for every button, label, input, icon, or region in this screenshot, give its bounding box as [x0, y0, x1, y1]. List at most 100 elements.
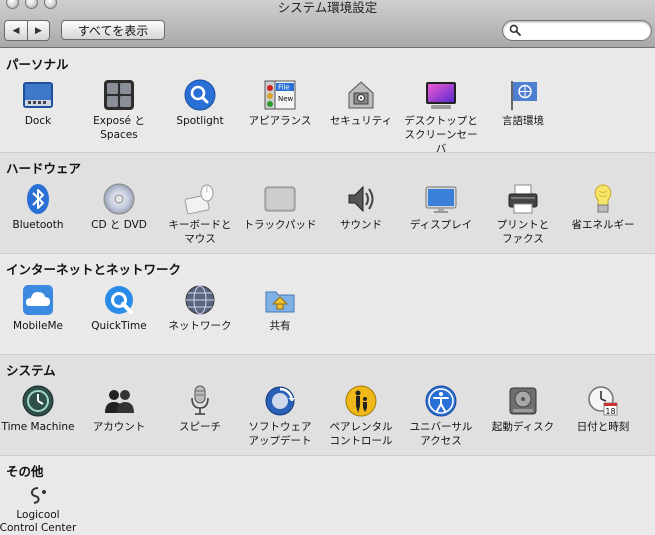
energy-saver-icon — [586, 182, 620, 216]
pane-label: 起動ディスク — [491, 421, 555, 433]
pane-label: CD と DVD — [91, 219, 147, 231]
security-icon — [344, 78, 378, 112]
print-fax-icon — [506, 182, 540, 216]
pane-software-update[interactable]: ソフトウェア アップデート — [239, 384, 321, 448]
pane-network[interactable]: ネットワーク — [159, 283, 241, 333]
universal-access-icon — [424, 384, 458, 418]
pane-keyboard-mouse[interactable]: キーボードと マウス — [159, 182, 241, 246]
pane-label: ネットワーク — [168, 320, 232, 332]
pane-accounts[interactable]: アカウント — [78, 384, 160, 434]
startup-disk-icon — [506, 384, 540, 418]
logicool-control-center-icon — [21, 485, 55, 507]
accounts-icon — [102, 384, 136, 418]
expose-spaces-icon — [102, 78, 136, 112]
pane-label: ユニバーサル アクセス — [409, 421, 473, 447]
pane-label: アピアランス — [248, 115, 312, 127]
appearance-icon: File New — [263, 78, 297, 112]
section-title: その他 — [6, 464, 44, 479]
appearance-file-text: File — [278, 84, 290, 92]
pane-label: トラックパッド — [243, 219, 317, 231]
search-input[interactable] — [525, 23, 645, 38]
section-hardware: ハードウェア Bluetooth CD と DVD キーボードと マウス トラッ… — [0, 153, 655, 254]
pane-label: ディスプレイ — [409, 219, 473, 231]
pane-bluetooth[interactable]: Bluetooth — [0, 182, 79, 232]
search-field[interactable] — [502, 20, 652, 41]
date-time-icon: 18 — [586, 384, 620, 418]
pane-expose-spaces[interactable]: Exposé と Spaces — [78, 78, 160, 142]
sharing-icon — [263, 283, 297, 317]
section-title: インターネットとネットワーク — [6, 262, 182, 277]
pane-startup-disk[interactable]: 起動ディスク — [482, 384, 564, 434]
forward-button[interactable]: ▶ — [27, 21, 49, 40]
parental-controls-icon — [344, 384, 378, 418]
pane-parental-controls[interactable]: ペアレンタル コントロール — [320, 384, 402, 448]
pane-desktop-screensaver[interactable]: デスクトップと スクリーンセーバ — [400, 78, 482, 156]
pane-label: ペアレンタル コントロール — [329, 421, 393, 447]
pane-label: ソフトウェア アップデート — [248, 421, 312, 447]
pane-label: 言語環境 — [502, 115, 544, 127]
section-other: その他 Logicool Control Center — [0, 456, 655, 535]
pane-cd-dvd[interactable]: CD と DVD — [78, 182, 160, 232]
pane-label: MobileMe — [13, 320, 63, 332]
dock-icon — [21, 78, 55, 112]
pane-label: Dock — [24, 115, 52, 127]
pane-label: 日付と時刻 — [576, 421, 630, 433]
section-title: ハードウェア — [6, 161, 82, 176]
pane-language[interactable]: 言語環境 — [482, 78, 564, 128]
pane-label: Time Machine — [1, 421, 75, 433]
back-forward-control: ◀ ▶ — [4, 20, 50, 41]
pane-label: キーボードと マウス — [168, 219, 232, 245]
pane-universal-access[interactable]: ユニバーサル アクセス — [400, 384, 482, 448]
pane-mobileme[interactable]: MobileMe — [0, 283, 79, 333]
language-icon — [506, 78, 540, 112]
spotlight-icon — [183, 78, 217, 112]
pane-label: スピーチ — [179, 421, 221, 433]
pane-energy-saver[interactable]: 省エネルギー — [562, 182, 644, 232]
window-title: システム環境設定 — [277, 0, 378, 15]
pane-speech[interactable]: スピーチ — [159, 384, 241, 434]
pane-label: QuickTime — [91, 320, 147, 332]
pane-label: Bluetooth — [12, 219, 64, 231]
date-day-text: 18 — [605, 407, 615, 416]
pane-label: デスクトップと スクリーンセーバ — [404, 115, 478, 155]
pane-spotlight[interactable]: Spotlight — [159, 78, 241, 128]
desktop-screensaver-icon — [424, 78, 458, 112]
pane-dock[interactable]: Dock — [0, 78, 79, 128]
pane-sound[interactable]: サウンド — [320, 182, 402, 232]
speech-icon — [183, 384, 217, 418]
pane-label: プリントと ファクス — [496, 219, 550, 245]
pane-sharing[interactable]: 共有 — [239, 283, 321, 333]
section-title: システム — [6, 363, 56, 378]
back-button[interactable]: ◀ — [5, 21, 27, 40]
pane-label: 共有 — [269, 320, 291, 332]
keyboard-mouse-icon — [183, 182, 217, 216]
sound-icon — [344, 182, 378, 216]
pane-security[interactable]: セキュリティ — [320, 78, 402, 128]
bluetooth-icon — [21, 182, 55, 216]
quicktime-icon — [102, 283, 136, 317]
mobileme-icon — [21, 283, 55, 317]
window-toolbar: システム環境設定 ◀ ▶ すべてを表示 — [0, 0, 655, 48]
pane-logicool-control-center[interactable]: Logicool Control Center — [0, 485, 79, 535]
pane-label: Exposé と Spaces — [93, 115, 145, 141]
section-system: システム Time Machine アカウント スピーチ ソフトウェア アップデ… — [0, 355, 655, 456]
pane-quicktime[interactable]: QuickTime — [78, 283, 160, 333]
pane-label: セキュリティ — [329, 115, 393, 127]
pane-trackpad[interactable]: トラックパッド — [239, 182, 321, 232]
pane-label: アカウント — [92, 421, 146, 433]
cd-dvd-icon — [102, 182, 136, 216]
pane-label: Spotlight — [176, 115, 224, 127]
search-icon — [509, 24, 521, 36]
pane-time-machine[interactable]: Time Machine — [0, 384, 79, 434]
display-icon — [424, 182, 458, 216]
pane-appearance[interactable]: File New アピアランス — [239, 78, 321, 128]
time-machine-icon — [21, 384, 55, 418]
appearance-new-text: New — [278, 95, 294, 103]
pane-print-fax[interactable]: プリントと ファクス — [482, 182, 564, 246]
show-all-button[interactable]: すべてを表示 — [61, 20, 165, 40]
network-icon — [183, 283, 217, 317]
pane-date-time[interactable]: 18 日付と時刻 — [562, 384, 644, 434]
pane-label: サウンド — [340, 219, 382, 231]
pane-display[interactable]: ディスプレイ — [400, 182, 482, 232]
pane-label: Logicool Control Center — [0, 509, 77, 534]
